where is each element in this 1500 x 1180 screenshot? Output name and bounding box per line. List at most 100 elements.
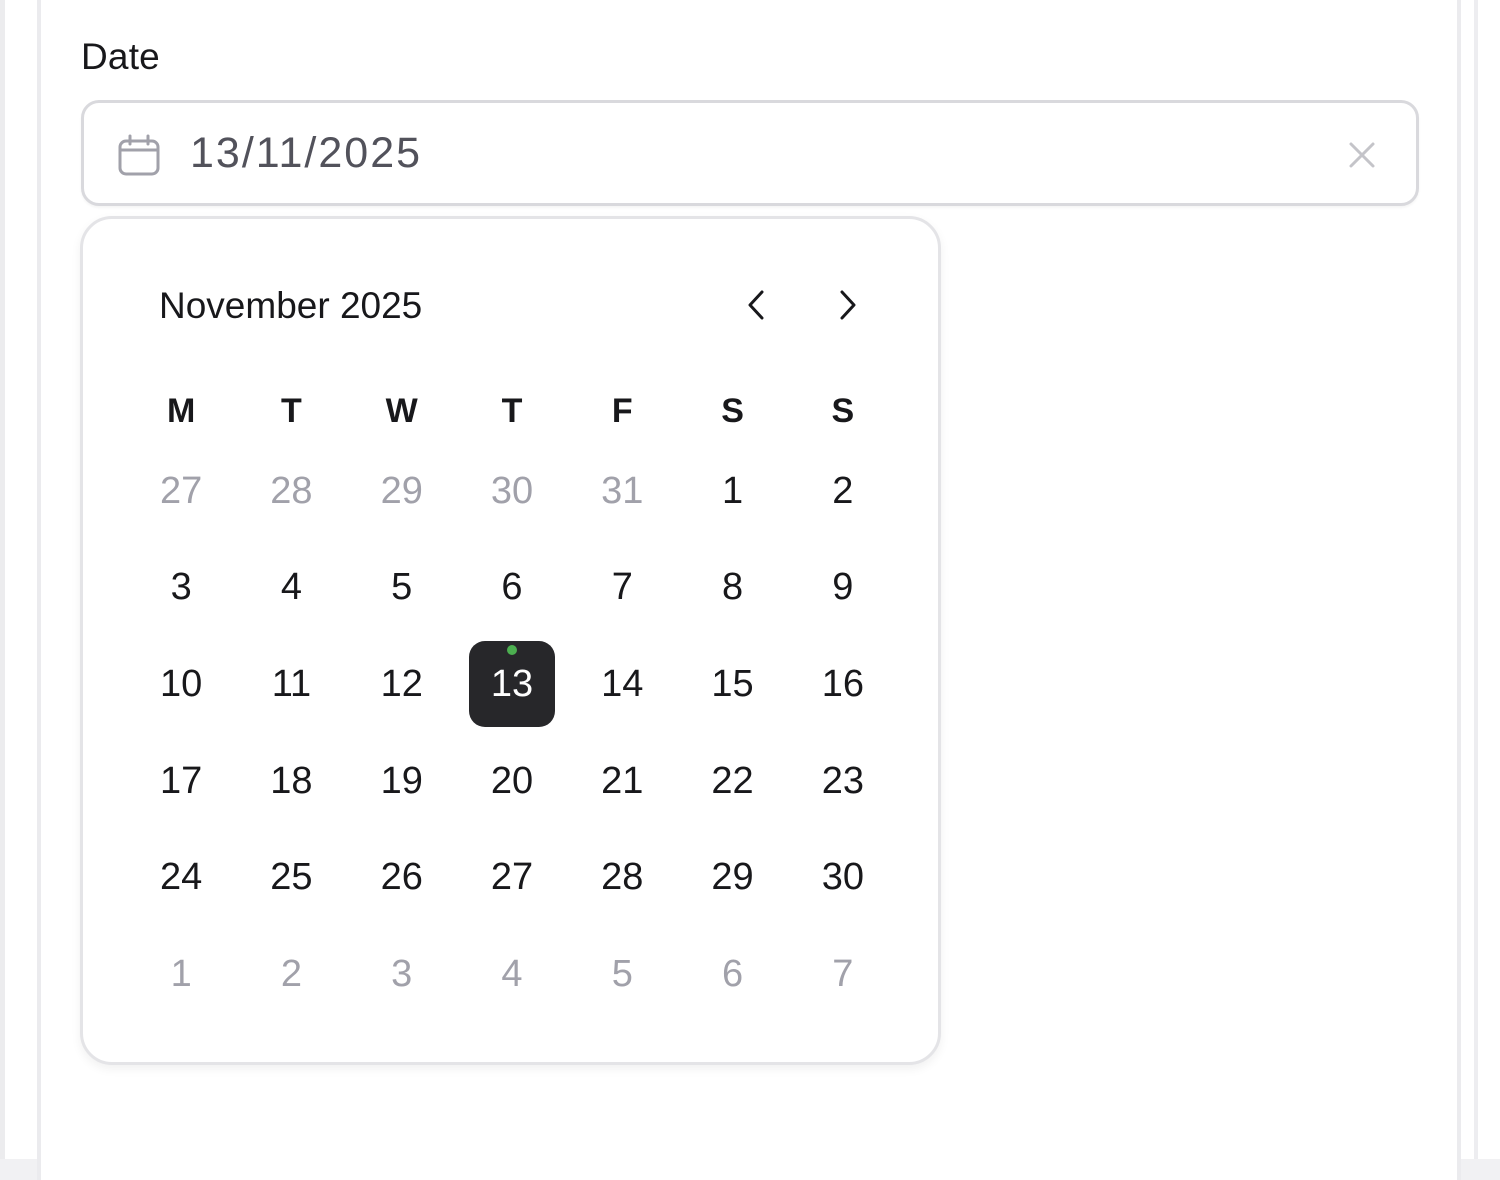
calendar-day-number: 19 xyxy=(380,759,423,802)
calendar-day-outside[interactable]: 28 xyxy=(236,443,346,540)
calendar-day[interactable]: 21 xyxy=(567,733,677,830)
calendar-week-row: 1 2 3 4 5 6 7 xyxy=(126,926,898,1023)
calendar-day[interactable]: 5 xyxy=(347,540,457,637)
calendar-day[interactable]: 8 xyxy=(677,540,787,637)
calendar-day-number: 15 xyxy=(711,662,754,705)
calendar-day[interactable]: 28 xyxy=(567,829,677,926)
calendar-day[interactable]: 9 xyxy=(788,540,898,637)
calendar-day-number: 10 xyxy=(160,662,203,705)
weekday-label: W xyxy=(385,392,418,430)
next-month-button[interactable] xyxy=(823,281,871,329)
calendar-day[interactable]: 1 xyxy=(677,443,787,540)
calendar-day[interactable]: 15 xyxy=(677,636,787,733)
calendar-day-number: 5 xyxy=(391,566,413,609)
today-indicator-dot xyxy=(506,645,517,656)
previous-month-button[interactable] xyxy=(733,281,781,329)
left-edge xyxy=(0,0,5,1159)
calendar-day-number: 27 xyxy=(160,469,203,512)
page: Date 13/11/2025 November 2025 M T W T F … xyxy=(0,0,1500,1180)
date-input-value[interactable]: 13/11/2025 xyxy=(190,129,422,178)
calendar-day[interactable]: 27 xyxy=(457,829,567,926)
calendar-day-number: 28 xyxy=(270,469,313,512)
calendar-day-number: 12 xyxy=(380,662,423,705)
calendar-day[interactable]: 30 xyxy=(788,829,898,926)
calendar-day-number: 4 xyxy=(501,952,523,995)
calendar-day-number: 4 xyxy=(280,566,302,609)
calendar-day-outside[interactable]: 3 xyxy=(347,926,457,1023)
calendar-day-number: 6 xyxy=(721,952,744,995)
calendar-day-number: 6 xyxy=(501,566,523,609)
calendar-week-row: 3 4 5 6 7 8 9 xyxy=(126,540,898,637)
calendar-day-number: 22 xyxy=(711,759,754,802)
calendar-day-outside[interactable]: 29 xyxy=(347,443,457,540)
calendar-week-row: 27 28 29 30 31 1 2 xyxy=(126,443,898,540)
calendar-day-outside[interactable]: 2 xyxy=(236,926,346,1023)
calendar-day[interactable]: 14 xyxy=(567,636,677,733)
calendar-day-number: 20 xyxy=(490,759,534,802)
calendar-day-outside[interactable]: 6 xyxy=(677,926,787,1023)
weekday-label: S xyxy=(721,392,744,430)
date-label: Date xyxy=(81,36,160,77)
calendar-day[interactable]: 25 xyxy=(236,829,346,926)
calendar-day-number: 7 xyxy=(832,952,854,995)
calendar-day-number: 9 xyxy=(832,566,854,609)
calendar-day-number: 8 xyxy=(721,566,744,609)
calendar-day[interactable]: 20 xyxy=(457,733,567,830)
calendar-day-number: 29 xyxy=(380,469,423,512)
calendar-day[interactable]: 22 xyxy=(677,733,787,830)
calendar-day-number: 5 xyxy=(611,952,633,995)
calendar-day[interactable]: 26 xyxy=(347,829,457,926)
calendar-day[interactable]: 12 xyxy=(347,636,457,733)
month-title: November 2025 xyxy=(159,285,423,326)
calendar-day-outside[interactable]: 31 xyxy=(567,443,677,540)
chevron-right-icon xyxy=(840,290,856,320)
calendar-day-outside[interactable]: 7 xyxy=(788,926,898,1023)
calendar-grid: M T W T F S S 27 28 29 30 31 1 2 3 4 5 6 7 8 9 10 11 12 1… xyxy=(126,379,898,1023)
calendar-day[interactable]: 16 xyxy=(788,636,898,733)
calendar-day[interactable]: 24 xyxy=(126,829,236,926)
calendar-day-outside[interactable]: 1 xyxy=(126,926,236,1023)
calendar-day-number: 31 xyxy=(601,469,644,512)
calendar-day-number: 25 xyxy=(270,856,313,899)
calendar-day[interactable]: 10 xyxy=(126,636,236,733)
calendar-day[interactable]: 7 xyxy=(567,540,677,637)
calendar-day-number: 30 xyxy=(821,856,864,899)
chevron-left-icon xyxy=(748,290,764,320)
calendar-day-number: 27 xyxy=(490,856,534,899)
calendar-day[interactable]: 3 xyxy=(126,540,236,637)
calendar-day[interactable]: 19 xyxy=(347,733,457,830)
calendar-day-number: 26 xyxy=(380,856,423,899)
calendar-weeks: 27 28 29 30 31 1 2 3 4 5 6 7 8 9 10 11 12 13 14 15 16 17 18 19 2… xyxy=(126,443,898,1023)
calendar-day-number: 1 xyxy=(721,469,744,512)
close-icon[interactable] xyxy=(1348,141,1376,169)
calendar-popover: November 2025 M T W T F S S 27 28 29 30 31 1 2… xyxy=(80,216,941,1065)
calendar-day-number: 2 xyxy=(280,952,302,995)
calendar-day-selected[interactable]: 13 xyxy=(457,636,567,733)
calendar-day-number: 30 xyxy=(490,469,534,512)
calendar-day-outside[interactable]: 5 xyxy=(567,926,677,1023)
calendar-day-outside[interactable]: 27 xyxy=(126,443,236,540)
calendar-day[interactable]: 11 xyxy=(236,636,346,733)
calendar-icon xyxy=(118,134,160,176)
calendar-day-number: 17 xyxy=(160,759,203,802)
calendar-day-number: 18 xyxy=(270,759,313,802)
calendar-day[interactable]: 6 xyxy=(457,540,567,637)
weekday-header: M T W T F S S xyxy=(126,379,898,443)
calendar-week-row: 10 11 12 13 14 15 16 xyxy=(126,636,898,733)
weekday-label: S xyxy=(831,392,855,430)
date-input[interactable]: 13/11/2025 xyxy=(81,100,1419,206)
calendar-day-number: 21 xyxy=(601,759,644,802)
calendar-day-number: 24 xyxy=(160,856,203,899)
calendar-day-number: 11 xyxy=(271,662,312,705)
calendar-day-outside[interactable]: 30 xyxy=(457,443,567,540)
calendar-day[interactable]: 18 xyxy=(236,733,346,830)
calendar-day[interactable]: 4 xyxy=(236,540,346,637)
weekday-label: M xyxy=(166,392,196,430)
right-edge xyxy=(1474,0,1500,1159)
calendar-day[interactable]: 23 xyxy=(788,733,898,830)
calendar-day[interactable]: 2 xyxy=(788,443,898,540)
calendar-day[interactable]: 17 xyxy=(126,733,236,830)
calendar-day[interactable]: 29 xyxy=(677,829,787,926)
calendar-day-outside[interactable]: 4 xyxy=(457,926,567,1023)
calendar-day-number: 1 xyxy=(170,952,192,995)
